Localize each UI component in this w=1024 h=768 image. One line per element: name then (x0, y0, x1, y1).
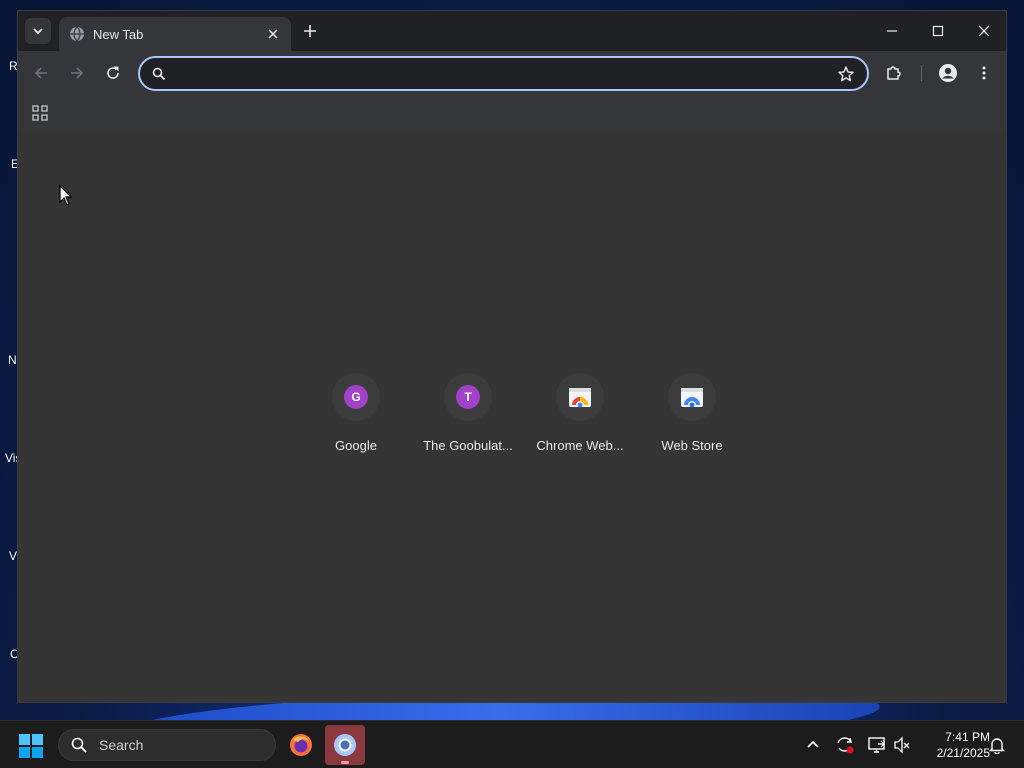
firefox-icon (290, 734, 312, 756)
shortcut-tile (556, 373, 604, 421)
shortcut-tile (668, 373, 716, 421)
taskbar-search-label: Search (99, 737, 144, 753)
mouse-cursor-icon (59, 185, 73, 206)
new-tab-button[interactable] (298, 19, 322, 43)
show-hidden-icons-button[interactable] (801, 733, 825, 757)
address-input[interactable] (176, 65, 837, 82)
close-icon (268, 29, 278, 39)
omnibox[interactable] (138, 56, 869, 91)
extensions-button[interactable] (881, 60, 907, 86)
taskbar-search-box[interactable]: Search (58, 729, 276, 761)
minimize-icon (887, 30, 897, 32)
shortcuts-grid: G Google T The Goobulat... Chrome Web...… (300, 373, 748, 463)
forward-button[interactable] (64, 60, 90, 86)
desktop-icon-label[interactable]: N (8, 353, 17, 367)
letter-avatar-icon: G (344, 385, 368, 409)
toolbar (18, 51, 1006, 95)
globe-icon (70, 26, 84, 42)
maximize-button[interactable] (920, 17, 956, 45)
notifications-button[interactable] (985, 733, 1009, 757)
search-icon (152, 67, 166, 80)
shortcut-tile: T (444, 373, 492, 421)
more-vert-icon (982, 66, 986, 80)
shortcut-label: Chrome Web... (536, 438, 624, 453)
search-icon (71, 737, 87, 753)
plus-icon (304, 25, 316, 37)
network-monitor-icon (868, 737, 885, 753)
arrow-left-icon (34, 67, 47, 79)
sync-status-button[interactable] (833, 733, 857, 757)
shortcut-chrome-web-store[interactable]: Chrome Web... (524, 373, 636, 463)
clock-time: 7:41 PM (945, 730, 990, 744)
tab-new-tab[interactable]: New Tab (59, 17, 291, 51)
bookmarks-bar (18, 95, 1006, 131)
arrow-right-icon (71, 67, 84, 79)
taskbar: Search 7:41 PM 2/21/2025 (0, 720, 1024, 768)
bell-icon (988, 738, 1006, 754)
sync-alert-icon (837, 737, 854, 754)
tab-search-button[interactable] (25, 18, 51, 44)
letter-avatar-icon: T (456, 385, 480, 409)
maximize-icon (932, 25, 944, 37)
active-app-indicator (341, 761, 349, 764)
chrome-webstore-icon (569, 388, 591, 408)
shortcut-tile: G (332, 373, 380, 421)
apps-button[interactable] (30, 103, 50, 123)
shortcut-label: Web Store (661, 438, 723, 453)
shortcut-web-store[interactable]: Web Store (636, 373, 748, 463)
tab-title: New Tab (93, 26, 144, 42)
shortcut-google[interactable]: G Google (300, 373, 412, 463)
volume-button[interactable] (890, 733, 914, 757)
network-button[interactable] (865, 733, 889, 757)
close-icon (978, 25, 990, 37)
chrome-icon (334, 734, 356, 756)
new-tab-page: G Google T The Goobulat... Chrome Web...… (18, 131, 1006, 702)
star-icon[interactable] (837, 65, 855, 83)
shortcut-label: Google (335, 438, 377, 453)
speaker-muted-icon (894, 736, 910, 754)
taskbar-app-chrome[interactable] (325, 725, 365, 765)
reload-icon (107, 66, 119, 79)
chevron-down-icon (33, 28, 43, 35)
minimize-button[interactable] (874, 17, 910, 45)
shortcut-label: The Goobulat... (423, 438, 513, 453)
toolbar-divider (921, 65, 922, 81)
start-button[interactable] (18, 733, 44, 759)
taskbar-app-firefox[interactable] (281, 725, 321, 765)
tab-strip: New Tab (18, 11, 1006, 51)
windows-logo-icon (19, 734, 43, 758)
shortcut-goobulator[interactable]: T The Goobulat... (412, 373, 524, 463)
chevron-up-icon (807, 740, 819, 748)
menu-button[interactable] (971, 60, 997, 86)
browser-window: New Tab G Google T The Goobulat... Chrom… (17, 10, 1007, 703)
avatar-icon (939, 64, 957, 82)
close-window-button[interactable] (966, 17, 1002, 45)
clock-date: 2/21/2025 (936, 746, 990, 760)
reload-button[interactable] (100, 60, 126, 86)
taskbar-clock[interactable]: 7:41 PM 2/21/2025 (918, 729, 990, 761)
back-button[interactable] (28, 60, 54, 86)
webstore-icon (681, 388, 703, 408)
profile-button[interactable] (935, 60, 961, 86)
tab-close-button[interactable] (265, 26, 281, 42)
puzzle-icon (887, 66, 901, 80)
apps-grid-icon (32, 105, 48, 121)
desktop-icon-label[interactable]: V (9, 549, 17, 563)
